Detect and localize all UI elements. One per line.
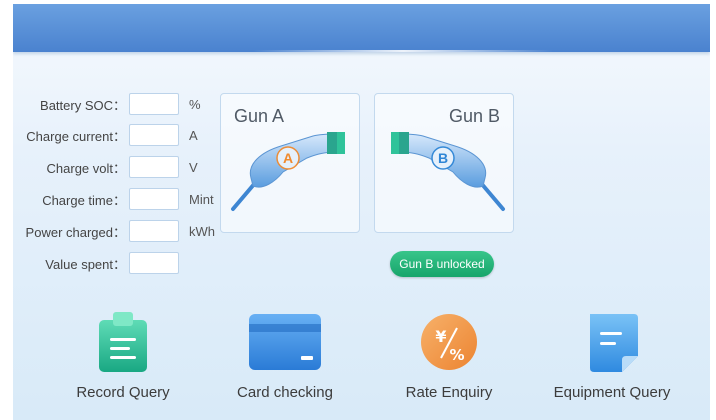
field-unit: A [189,128,198,143]
charge-time-input[interactable] [129,188,179,210]
clipboard-icon [99,312,147,372]
battery-soc-input[interactable] [129,93,179,115]
field-unit: V [189,160,198,175]
menu-rate-enquiry[interactable]: ¥ % Rate Enquiry [374,310,524,410]
charging-gun-b-icon: B [391,132,505,211]
charging-gun-a-icon: A [231,132,345,211]
menu-label: Rate Enquiry [405,384,493,401]
menu-record-query[interactable]: Record Query [48,310,198,410]
field-unit: % [189,97,201,112]
gun-a-card[interactable]: Gun A A [220,93,360,233]
status-badge: Gun B unlocked [390,251,494,277]
menu-label: Card checking [237,384,333,401]
gun-a-letter: A [283,150,293,166]
yen-percent-icon: ¥ % [421,314,477,370]
header-glow [253,50,553,52]
field-charge-volt: Charge volt： [0,156,126,180]
power-charged-input[interactable] [129,220,179,242]
field-unit: Mint [189,192,214,207]
field-unit: kWh [189,224,215,239]
field-label: Charge time： [42,193,126,208]
menu-equipment-query[interactable]: Equipment Query [537,310,687,410]
card-icon [249,314,321,370]
field-charge-current: Charge current： [0,124,126,148]
field-label: Charge volt： [46,161,126,176]
field-power-charged: Power charged： [0,220,126,244]
gun-b-card[interactable]: Gun B B [374,93,514,233]
menu-label: Record Query [76,384,170,401]
document-icon [590,314,638,372]
value-spent-input[interactable] [129,252,179,274]
field-value-spent: Value spent： [0,252,126,276]
charge-volt-input[interactable] [129,156,179,178]
svg-text:¥: ¥ [435,327,446,346]
svg-text:%: % [449,346,464,364]
field-label: Charge current： [26,129,126,144]
field-label: Battery SOC： [40,98,126,113]
charge-current-input[interactable] [129,124,179,146]
field-label: Power charged： [25,225,126,240]
menu-card-checking[interactable]: Card checking [210,310,360,410]
menu-label: Equipment Query [553,384,671,401]
gun-b-letter: B [438,150,448,166]
header-bar [13,4,710,52]
field-label: Value spent： [45,257,126,272]
field-battery-soc: Battery SOC： [0,93,126,117]
field-charge-time: Charge time： [0,188,126,212]
